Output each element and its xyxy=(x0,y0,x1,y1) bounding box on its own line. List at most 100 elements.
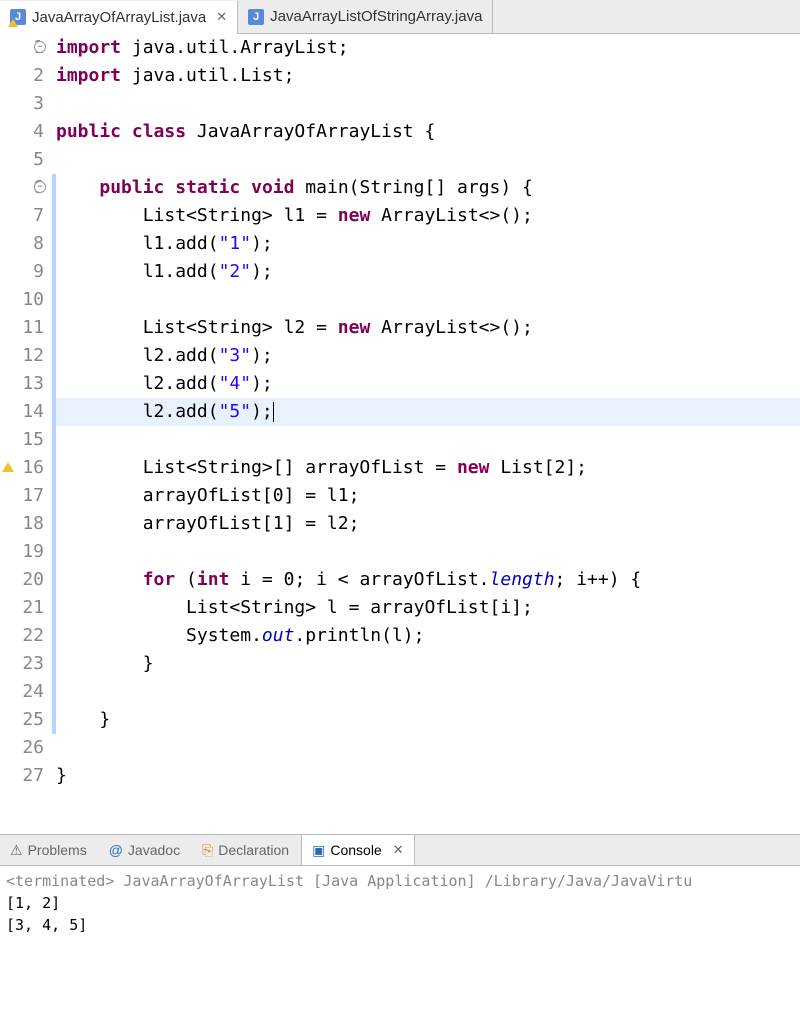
change-bar xyxy=(52,622,56,650)
code-line[interactable]: l2.add("4"); xyxy=(56,370,800,398)
fold-toggle-icon[interactable]: − xyxy=(34,181,46,193)
line-number: 15 xyxy=(0,426,44,454)
line-number: 23 xyxy=(0,650,44,678)
code-line[interactable]: l1.add("2"); xyxy=(56,258,800,286)
code-line[interactable]: List<String>[] arrayOfList = new List[2]… xyxy=(56,454,800,482)
code-line[interactable]: } xyxy=(56,706,800,734)
change-bar xyxy=(52,258,56,286)
change-bar xyxy=(52,342,56,370)
editor-tab-active[interactable]: J JavaArrayOfArrayList.java ✕ xyxy=(0,1,238,34)
change-bar xyxy=(52,202,56,230)
line-number: 13 xyxy=(0,370,44,398)
fold-toggle-icon[interactable]: − xyxy=(34,41,46,53)
code-line[interactable]: import java.util.List; xyxy=(56,62,800,90)
line-number: 12 xyxy=(0,342,44,370)
code-line[interactable]: arrayOfList[0] = l1; xyxy=(56,482,800,510)
change-bar xyxy=(52,314,56,342)
change-bar xyxy=(52,286,56,314)
code-line[interactable] xyxy=(56,538,800,566)
change-bar xyxy=(52,230,56,258)
code-line[interactable]: } xyxy=(56,650,800,678)
editor-tab-inactive[interactable]: J JavaArrayListOfStringArray.java xyxy=(238,0,493,33)
code-editor[interactable]: 1−23456−78910111213141516171819202122232… xyxy=(0,34,800,834)
change-bar xyxy=(52,538,56,566)
change-bar xyxy=(52,482,56,510)
code-line[interactable]: public class JavaArrayOfArrayList { xyxy=(56,118,800,146)
code-line[interactable]: l2.add("5"); xyxy=(56,398,800,426)
code-line[interactable]: List<String> l2 = new ArrayList<>(); xyxy=(56,314,800,342)
line-number-gutter: 1−23456−78910111213141516171819202122232… xyxy=(0,34,52,834)
tab-label: Console xyxy=(330,842,381,858)
bottom-view-tabs: ⚠︎ Problems @ Javadoc ⎘ Declaration ▣ Co… xyxy=(0,834,800,866)
code-line[interactable] xyxy=(56,286,800,314)
java-file-icon: J xyxy=(10,9,26,25)
declaration-icon: ⎘ xyxy=(202,842,213,859)
line-number: 14 xyxy=(0,398,44,426)
tab-label: Javadoc xyxy=(128,842,180,858)
line-number: 7 xyxy=(0,202,44,230)
line-number: 18 xyxy=(0,510,44,538)
tab-console[interactable]: ▣ Console ✕ xyxy=(301,835,415,865)
change-bar xyxy=(52,454,56,482)
tab-label: JavaArrayOfArrayList.java xyxy=(32,9,206,26)
code-line[interactable] xyxy=(56,90,800,118)
tab-javadoc[interactable]: @ Javadoc xyxy=(99,835,190,865)
code-line[interactable] xyxy=(56,426,800,454)
code-line[interactable]: List<String> l = arrayOfList[i]; xyxy=(56,594,800,622)
console-view[interactable]: <terminated> JavaArrayOfArrayList [Java … xyxy=(0,866,800,940)
close-icon[interactable]: ✕ xyxy=(216,9,227,25)
line-number: 21 xyxy=(0,594,44,622)
change-bar xyxy=(52,370,56,398)
code-line[interactable]: List<String> l1 = new ArrayList<>(); xyxy=(56,202,800,230)
change-bar xyxy=(52,566,56,594)
code-line[interactable]: l1.add("1"); xyxy=(56,230,800,258)
tab-label: Problems xyxy=(28,842,87,858)
problems-icon: ⚠︎ xyxy=(10,842,23,859)
line-number: 22 xyxy=(0,622,44,650)
line-number: 6− xyxy=(0,174,44,202)
line-number: 16 xyxy=(0,454,44,482)
code-line[interactable]: System.out.println(l); xyxy=(56,622,800,650)
line-number: 3 xyxy=(0,90,44,118)
tab-problems[interactable]: ⚠︎ Problems xyxy=(0,835,97,865)
java-file-icon: J xyxy=(248,9,264,25)
line-number: 25 xyxy=(0,706,44,734)
change-bar xyxy=(52,594,56,622)
code-line[interactable]: import java.util.ArrayList; xyxy=(56,34,800,62)
line-number: 10 xyxy=(0,286,44,314)
code-line[interactable] xyxy=(56,146,800,174)
code-line[interactable]: for (int i = 0; i < arrayOfList.length; … xyxy=(56,566,800,594)
code-line[interactable]: } xyxy=(56,762,800,790)
console-icon: ▣ xyxy=(312,842,325,859)
console-output-line: [3, 4, 5] xyxy=(6,914,794,936)
line-number: 2 xyxy=(0,62,44,90)
change-bar xyxy=(52,678,56,706)
change-bar xyxy=(52,426,56,454)
close-icon[interactable]: ✕ xyxy=(393,842,404,858)
console-status: <terminated> JavaArrayOfArrayList [Java … xyxy=(6,870,794,892)
change-bar xyxy=(52,398,56,426)
code-line[interactable] xyxy=(56,734,800,762)
line-number: 9 xyxy=(0,258,44,286)
change-bar xyxy=(52,174,56,202)
code-line[interactable]: public static void main(String[] args) { xyxy=(56,174,800,202)
javadoc-icon: @ xyxy=(109,842,123,858)
code-line[interactable]: arrayOfList[1] = l2; xyxy=(56,510,800,538)
line-number: 11 xyxy=(0,314,44,342)
code-line[interactable] xyxy=(56,678,800,706)
code-area[interactable]: import java.util.ArrayList;import java.u… xyxy=(52,34,800,834)
line-number: 1− xyxy=(0,34,44,62)
code-line[interactable]: l2.add("3"); xyxy=(56,342,800,370)
line-number: 26 xyxy=(0,734,44,762)
line-number: 24 xyxy=(0,678,44,706)
tab-label: Declaration xyxy=(218,842,289,858)
warning-icon[interactable] xyxy=(2,462,14,472)
console-output-line: [1, 2] xyxy=(6,892,794,914)
tab-label: JavaArrayListOfStringArray.java xyxy=(270,8,482,25)
line-number: 20 xyxy=(0,566,44,594)
change-bar xyxy=(52,706,56,734)
tab-declaration[interactable]: ⎘ Declaration xyxy=(192,835,299,865)
change-bar xyxy=(52,510,56,538)
line-number: 27 xyxy=(0,762,44,790)
line-number: 4 xyxy=(0,118,44,146)
